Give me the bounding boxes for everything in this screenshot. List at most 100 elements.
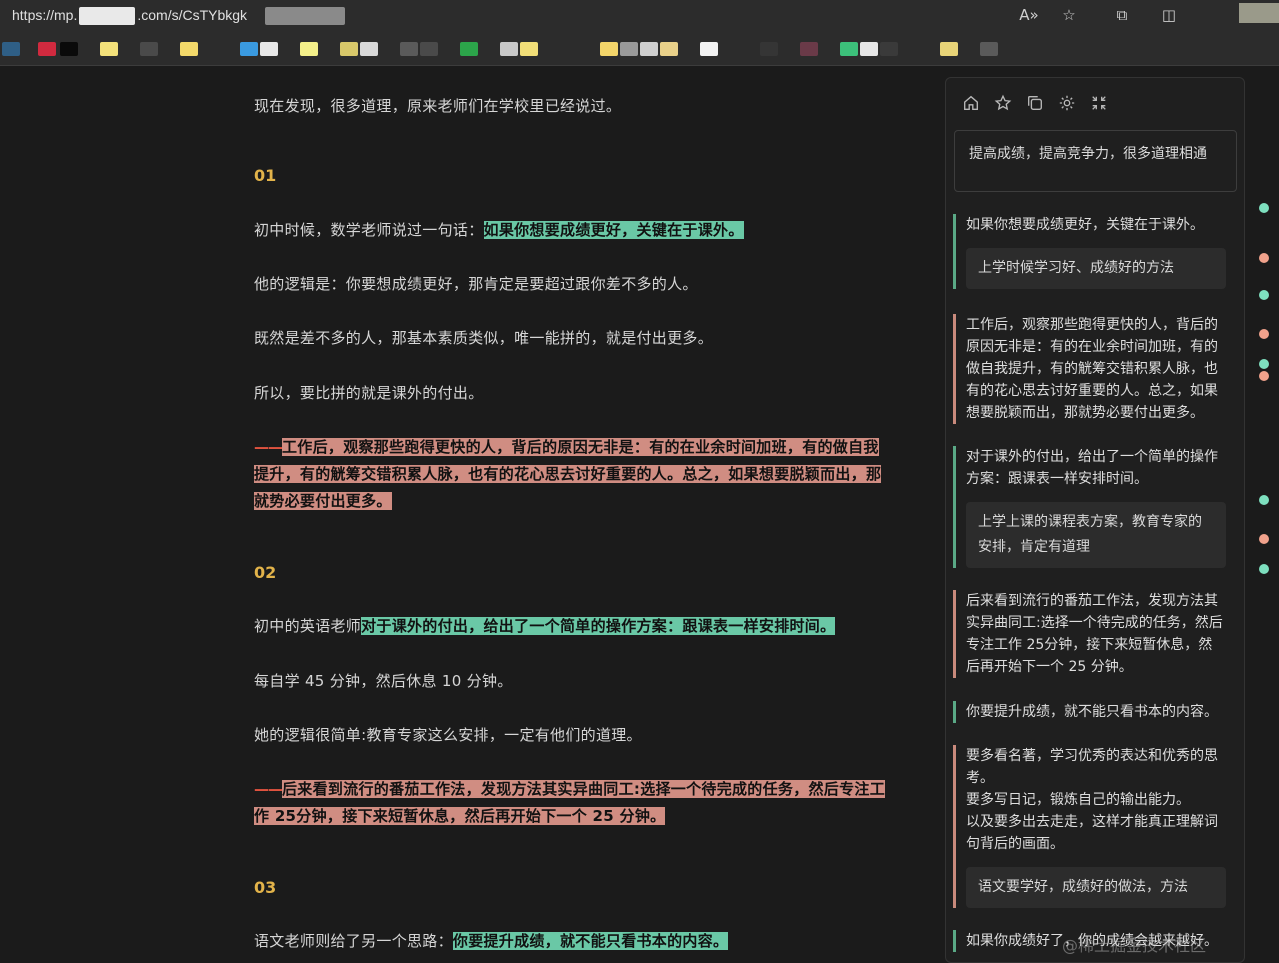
bookmark-icon[interactable]: [420, 42, 438, 56]
marker-dot[interactable]: [1259, 253, 1269, 263]
bookmark-icon[interactable]: [600, 42, 618, 56]
panel-title-box[interactable]: 提高成绩，提高竞争力，很多道理相通: [954, 130, 1237, 192]
bookmark-icon[interactable]: [240, 42, 258, 56]
bookmark-icon[interactable]: [800, 42, 818, 56]
paragraph: 既然是差不多的人，那基本素质类似，唯一能拼的，就是付出更多。: [254, 329, 714, 347]
marker-dot[interactable]: [1259, 534, 1269, 544]
paragraph: 初中时候，数学老师说过一句话：如果你想要成绩更好，关键在于课外。: [254, 217, 744, 244]
bookmark-icon[interactable]: [38, 42, 56, 56]
bookmark-icon[interactable]: [140, 42, 158, 56]
highlight-red-line[interactable]: 工作后，观察那些跑得更快的人，背后的原因无非是：有的在业余时间加班，有的做自我: [282, 438, 879, 456]
note-card[interactable]: 如果你想要成绩更好，关键在于课外。 上学时候学习好、成绩好的方法: [953, 214, 1238, 289]
bookmark-icon[interactable]: [860, 42, 878, 56]
url-suffix: .com/s/CsTYbkgk: [137, 7, 248, 23]
bookmark-icon[interactable]: [400, 42, 418, 56]
note-text: 你要提升成绩，就不能只看书本的内容。: [966, 704, 1218, 720]
bookmark-icon[interactable]: [300, 42, 318, 56]
note-card[interactable]: 对于课外的付出，给出了一个简单的操作方案：跟课表一样安排时间。 上学上课的课程表…: [953, 446, 1238, 568]
paragraph: 她的逻辑很简单:教育专家这么安排，一定有他们的道理。: [254, 726, 642, 744]
watermark: @稀土掘金技术社区: [1062, 936, 1207, 955]
highlight-red-paragraph[interactable]: ——工作后，观察那些跑得更快的人，背后的原因无非是：有的在业余时间加班，有的做自…: [254, 434, 882, 515]
note-text-line: 要多看名著，学习优秀的表达和优秀的思考。: [966, 748, 1218, 786]
note-card[interactable]: 工作后，观察那些跑得更快的人，背后的原因无非是：有的在业余时间加班，有的做自我提…: [953, 314, 1238, 424]
section-number: 02: [254, 563, 277, 582]
extensions-icon[interactable]: ⧉: [1111, 4, 1133, 26]
note-text: 对于课外的付出，给出了一个简单的操作方案：跟课表一样安排时间。: [966, 449, 1218, 487]
highlight-green[interactable]: 你要提升成绩，就不能只看书本的内容。: [452, 932, 729, 950]
split-screen-icon[interactable]: ◫: [1158, 4, 1180, 26]
bookmark-icon[interactable]: [500, 42, 518, 56]
star-icon[interactable]: [992, 92, 1014, 114]
section-number: 01: [254, 166, 277, 185]
bookmark-icon[interactable]: [520, 42, 538, 56]
paragraph: 每自学 45 分钟，然后休息 10 分钟。: [254, 672, 513, 690]
note-card[interactable]: 要多看名著，学习优秀的表达和优秀的思考。 要多写日记，锻炼自己的输出能力。 以及…: [953, 745, 1238, 908]
bookmark-icon[interactable]: [360, 42, 378, 56]
bookmark-icon[interactable]: [940, 42, 958, 56]
url-redaction: [265, 7, 346, 26]
bookmark-icon[interactable]: [620, 42, 638, 56]
note-text-line: 要多写日记，锻炼自己的输出能力。: [966, 792, 1190, 808]
highlight-red-line[interactable]: 后来看到流行的番茄工作法，发现方法其实异曲同工:选择一个待完成的任务，然后专注工: [282, 780, 886, 798]
intro-paragraph: 现在发现，很多道理，原来老师们在学校里已经说过。: [254, 97, 622, 115]
highlight-green[interactable]: 对于课外的付出，给出了一个简单的操作方案：跟课表一样安排时间。: [361, 617, 836, 635]
bookmark-icon[interactable]: [640, 42, 658, 56]
bookmark-icon[interactable]: [880, 42, 898, 56]
marker-dot[interactable]: [1259, 564, 1269, 574]
highlight-red-paragraph[interactable]: ——后来看到流行的番茄工作法，发现方法其实异曲同工:选择一个待完成的任务，然后专…: [254, 776, 886, 830]
gear-icon[interactable]: [1056, 92, 1078, 114]
dash-mark: ——: [254, 438, 283, 456]
read-aloud-icon[interactable]: A»: [1018, 4, 1040, 26]
marker-dot[interactable]: [1259, 359, 1269, 369]
note-card[interactable]: 后来看到流行的番茄工作法，发现方法其实异曲同工:选择一个待完成的任务，然后专注工…: [953, 590, 1238, 678]
note-text: 如果你想要成绩更好，关键在于课外。: [966, 217, 1204, 233]
bookmark-icon[interactable]: [460, 42, 478, 56]
collapse-icon[interactable]: [1088, 92, 1110, 114]
marker-dot[interactable]: [1259, 495, 1269, 505]
paragraph: 所以，要比拼的就是课外的付出。: [254, 384, 484, 402]
bookmark-icon[interactable]: [2, 42, 20, 56]
dash-mark: ——: [254, 780, 283, 798]
highlight-green[interactable]: 如果你想要成绩更好，关键在于课外。: [483, 221, 744, 239]
note-text: 后来看到流行的番茄工作法，发现方法其实异曲同工:选择一个待完成的任务，然后专注工…: [966, 593, 1223, 675]
bookmark-icon[interactable]: [660, 42, 678, 56]
note-comment[interactable]: 语文要学好，成绩好的做法，方法: [966, 867, 1226, 908]
marker-dot[interactable]: [1259, 203, 1269, 213]
bookmark-icon[interactable]: [840, 42, 858, 56]
marker-dot[interactable]: [1259, 329, 1269, 339]
highlight-red-line[interactable]: 提升，有的觥筹交错积累人脉，也有的花心思去讨好重要的人。总之，如果想要脱颖而出，…: [254, 465, 882, 483]
bookmark-icon[interactable]: [340, 42, 358, 56]
marker-dot[interactable]: [1259, 371, 1269, 381]
highlight-red-line[interactable]: 就势必要付出更多。: [254, 492, 392, 510]
note-comment[interactable]: 上学时候学习好、成绩好的方法: [966, 248, 1226, 289]
profile-avatar[interactable]: [1239, 3, 1279, 23]
bookmark-icon[interactable]: [180, 42, 198, 56]
paragraph: 他的逻辑是：你要想成绩更好，那肯定是要超过跟你差不多的人。: [254, 275, 698, 293]
home-icon[interactable]: [960, 92, 982, 114]
note-text-line: 以及要多出去走走，这样才能真正理解词句背后的画面。: [966, 814, 1218, 852]
note-comment[interactable]: 上学上课的课程表方案，教育专家的安排，肯定有道理: [966, 502, 1226, 568]
bookmark-icon[interactable]: [260, 42, 278, 56]
paragraph: 初中的英语老师对于课外的付出，给出了一个简单的操作方案：跟课表一样安排时间。: [254, 613, 836, 640]
section-number: 03: [254, 878, 277, 897]
url-prefix: https://mp.: [12, 7, 78, 23]
paragraph: 语文老师则给了另一个思路：你要提升成绩，就不能只看书本的内容。: [254, 928, 729, 955]
paragraph-text: 语文老师则给了另一个思路：: [254, 932, 453, 950]
marker-dot[interactable]: [1259, 290, 1269, 300]
highlight-markers: [1258, 195, 1270, 595]
favorite-star-icon[interactable]: ☆: [1058, 4, 1080, 26]
paragraph-text: 初中时候，数学老师说过一句话：: [254, 221, 484, 239]
browser-toolbar: https://mp. .com/s/CsTYbkgk A» ☆ ⧉ ◫: [0, 0, 1279, 30]
bookmarks-bar: [0, 30, 1279, 66]
copy-icon[interactable]: [1024, 92, 1046, 114]
bookmark-icon[interactable]: [700, 42, 718, 56]
bookmark-icon[interactable]: [100, 42, 118, 56]
url-redaction: [79, 7, 136, 26]
note-text: 工作后，观察那些跑得更快的人，背后的原因无非是：有的在业余时间加班，有的做自我提…: [966, 317, 1218, 421]
bookmark-icon[interactable]: [760, 42, 778, 56]
bookmark-icon[interactable]: [980, 42, 998, 56]
highlight-red-line[interactable]: 作 25分钟，接下来短暂休息，然后再开始下一个 25 分钟。: [254, 807, 666, 825]
address-bar[interactable]: https://mp. .com/s/CsTYbkgk: [12, 4, 346, 26]
note-card[interactable]: 你要提升成绩，就不能只看书本的内容。: [953, 701, 1238, 723]
bookmark-icon[interactable]: [60, 42, 78, 56]
